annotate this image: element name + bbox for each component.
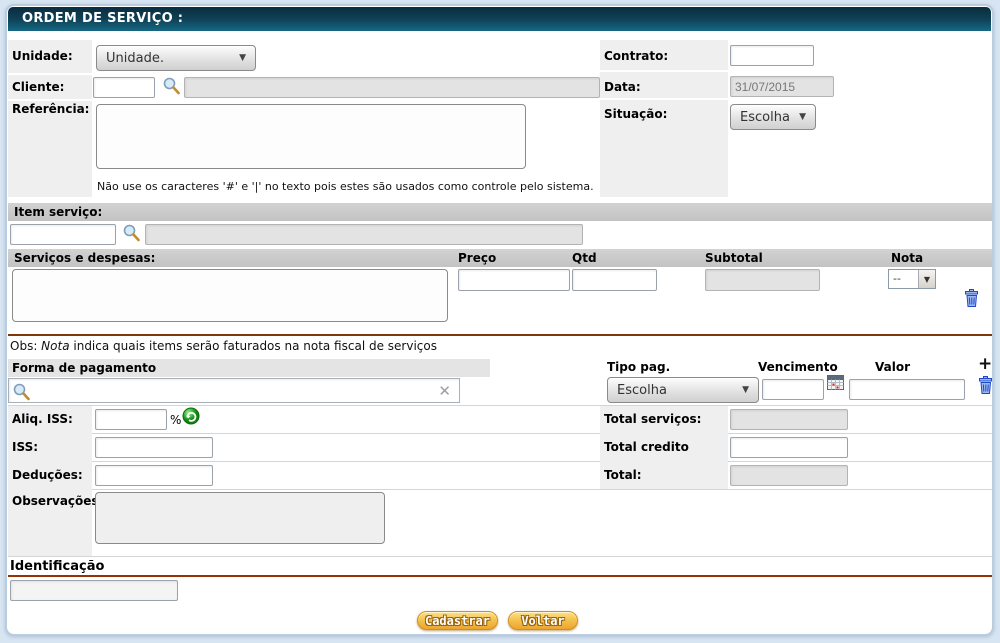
total-servicos-input[interactable]: [730, 409, 848, 430]
clear-icon[interactable]: ✕: [438, 384, 451, 399]
contrato-label: Contrato:: [604, 49, 668, 63]
page-title: ORDEM DE SERVIÇO :: [8, 7, 991, 31]
chevron-down-icon: ▼: [239, 53, 246, 63]
nota-select-value: --: [889, 270, 918, 288]
refresh-icon[interactable]: [182, 407, 200, 425]
unidade-select-value: Unidade.: [106, 51, 164, 66]
valor-label: Valor: [875, 360, 910, 374]
item-servico-code-input[interactable]: [10, 224, 116, 245]
aliq-iss-input[interactable]: [95, 409, 167, 430]
item-servico-header: Item serviço:: [8, 203, 992, 221]
total-input[interactable]: [730, 465, 848, 486]
observacoes-label: Observações:: [12, 494, 103, 508]
total-label: Total:: [604, 468, 642, 482]
section-rule: [8, 334, 992, 336]
left-label-column: [8, 40, 92, 197]
search-icon[interactable]: [122, 223, 141, 243]
referencia-note: Não use os caracteres '#' e '|' no texto…: [97, 180, 594, 193]
obs-prefix: Obs:: [10, 339, 41, 353]
search-icon[interactable]: [12, 382, 31, 402]
vencimento-label: Vencimento: [758, 360, 838, 374]
unidade-select[interactable]: Unidade. ▼: [96, 45, 256, 71]
deducoes-label: Deduções:: [12, 468, 83, 482]
item-servico-desc-input[interactable]: [145, 224, 583, 245]
obs-italic: Nota: [41, 339, 69, 353]
referencia-label: Referência:: [12, 102, 89, 116]
col-qtd: Qtd: [572, 249, 597, 267]
chevron-down-icon: ▼: [799, 112, 806, 122]
valor-input[interactable]: [849, 379, 965, 400]
tipo-pag-select[interactable]: Escolha ▼: [607, 377, 759, 403]
cliente-name-input[interactable]: [184, 77, 600, 98]
data-input[interactable]: [730, 76, 834, 97]
row-divider: [8, 73, 596, 75]
servicos-header-bar: [8, 249, 992, 267]
subtotal-input[interactable]: [705, 269, 820, 291]
col-nota: Nota: [891, 249, 923, 267]
row-divider: [8, 433, 992, 434]
trash-icon[interactable]: [963, 288, 980, 308]
obs-note: Obs: Nota indica quais items serão fatur…: [10, 339, 437, 353]
row-divider: [8, 99, 596, 101]
voltar-button[interactable]: Voltar: [508, 611, 578, 630]
identificacao-input[interactable]: [10, 580, 178, 601]
preco-input[interactable]: [458, 269, 570, 291]
forma-pagamento-header: Forma de pagamento: [8, 359, 490, 377]
tipo-pag-label: Tipo pag.: [607, 360, 670, 374]
situacao-label: Situação:: [604, 107, 667, 121]
chevron-down-icon: ▼: [742, 385, 749, 395]
percent-sign: %: [170, 413, 181, 427]
row-divider: [8, 405, 992, 406]
calendar-icon[interactable]: [827, 374, 845, 391]
total-credito-label: Total credito: [604, 440, 689, 454]
tipo-pag-select-value: Escolha: [617, 383, 667, 398]
cliente-label: Cliente:: [12, 80, 64, 94]
row-divider: [600, 98, 992, 100]
iss-input[interactable]: [95, 437, 213, 458]
col-subtotal: Subtotal: [705, 249, 763, 267]
contrato-input[interactable]: [730, 45, 814, 66]
data-label: Data:: [604, 80, 641, 94]
trash-icon[interactable]: [977, 375, 994, 395]
observacoes-textarea[interactable]: [95, 492, 385, 544]
cadastrar-button[interactable]: Cadastrar: [417, 611, 498, 630]
row-divider: [600, 70, 992, 72]
aliq-iss-label: Aliq. ISS:: [12, 412, 73, 426]
total-servicos-label: Total serviços:: [604, 412, 701, 426]
page-title-label: ORDEM DE SERVIÇO :: [22, 11, 183, 26]
qtd-input[interactable]: [572, 269, 657, 291]
servicos-header: Serviços e despesas:: [14, 249, 155, 267]
deducoes-input[interactable]: [95, 465, 213, 486]
forma-pagamento-search[interactable]: ✕: [8, 378, 460, 403]
vencimento-input[interactable]: [762, 379, 824, 400]
identificacao-header: Identificação: [10, 559, 104, 574]
cliente-code-input[interactable]: [93, 77, 155, 98]
chevron-down-icon: ▼: [918, 270, 935, 288]
situacao-select-value: Escolha: [740, 110, 790, 125]
unidade-label: Unidade:: [12, 49, 73, 63]
add-payment-icon[interactable]: +: [978, 356, 992, 372]
total-credito-input[interactable]: [730, 437, 848, 458]
row-divider: [8, 489, 992, 490]
situacao-select[interactable]: Escolha ▼: [730, 104, 816, 130]
search-icon[interactable]: [162, 76, 181, 96]
nota-select[interactable]: -- ▼: [888, 269, 936, 289]
obs-suffix: indica quais items serão faturados na no…: [70, 339, 437, 353]
section-rule: [8, 575, 992, 577]
servicos-textarea[interactable]: [12, 269, 448, 322]
row-divider: [8, 461, 992, 462]
row-divider: [8, 556, 992, 557]
iss-label: ISS:: [12, 440, 38, 454]
col-preco: Preço: [458, 249, 496, 267]
referencia-textarea[interactable]: [96, 104, 526, 169]
